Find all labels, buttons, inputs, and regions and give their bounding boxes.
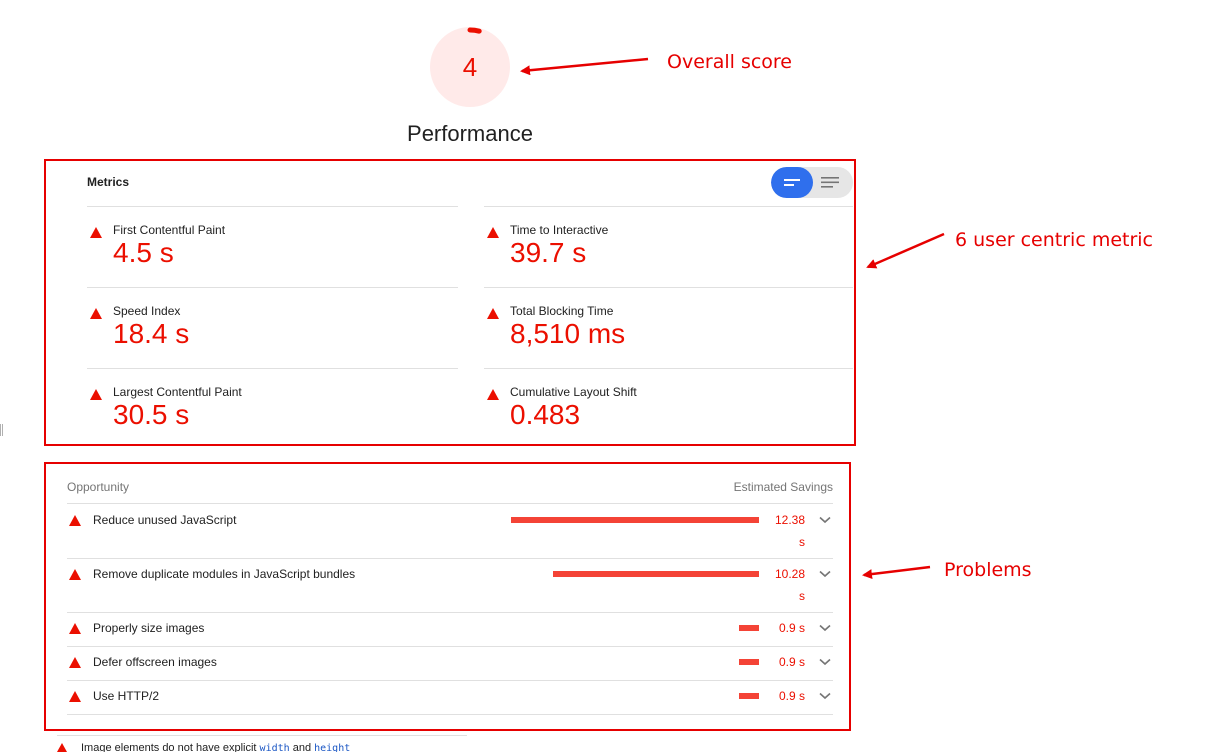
fail-icon bbox=[69, 623, 81, 634]
savings-value: 12.38 bbox=[774, 513, 805, 527]
metric-title: Time to Interactive bbox=[510, 223, 609, 237]
chevron-down-icon[interactable] bbox=[819, 692, 831, 700]
metrics-divider bbox=[484, 368, 853, 369]
fail-icon bbox=[90, 308, 102, 319]
compact-view-button[interactable] bbox=[771, 167, 813, 198]
opportunity-title: Defer offscreen images bbox=[93, 655, 217, 669]
opportunity-divider bbox=[67, 714, 833, 715]
metrics-divider bbox=[87, 368, 458, 369]
savings-bar bbox=[553, 571, 759, 577]
metric-value: 18.4 s bbox=[113, 318, 190, 349]
fail-icon bbox=[69, 515, 81, 526]
savings-value: 0.9 s bbox=[778, 621, 805, 635]
chevron-down-icon[interactable] bbox=[819, 624, 831, 632]
savings-bar bbox=[739, 659, 759, 665]
savings-bar bbox=[739, 693, 759, 699]
savings-bar bbox=[739, 625, 759, 631]
opportunity-title: Remove duplicate modules in JavaScript b… bbox=[93, 567, 356, 581]
score-gauge: 4 bbox=[430, 27, 510, 107]
savings-value: 0.9 s bbox=[778, 655, 805, 669]
opportunity-row[interactable]: Properly size images 0.9 s bbox=[67, 613, 833, 646]
metric-title: Largest Contentful Paint bbox=[113, 385, 242, 399]
opportunity-row[interactable]: Use HTTP/2 0.9 s bbox=[67, 681, 833, 714]
problems-arrow bbox=[862, 565, 931, 580]
opportunity-title: Reduce unused JavaScript bbox=[93, 513, 237, 527]
savings-unit: s bbox=[799, 535, 805, 549]
metric-value: 39.7 s bbox=[510, 237, 587, 268]
metrics-view-toggle[interactable] bbox=[771, 167, 853, 198]
metric-title: Total Blocking Time bbox=[510, 304, 614, 318]
opportunity-title: Use HTTP/2 bbox=[93, 689, 160, 703]
compact-view-icon bbox=[784, 179, 800, 186]
metrics-header: Metrics bbox=[87, 175, 130, 189]
metric-speed-index: Speed Index 18.4 s bbox=[90, 304, 450, 364]
category-title: Performance bbox=[407, 121, 533, 146]
fail-icon bbox=[487, 227, 499, 238]
savings-value: 0.9 s bbox=[778, 689, 805, 703]
overall-score-label: Overall score bbox=[667, 51, 792, 73]
metrics-annotation-label: 6 user centric metric bbox=[955, 229, 1153, 251]
opportunity-row[interactable]: Defer offscreen images 0.9 s bbox=[67, 647, 833, 680]
fail-icon bbox=[487, 389, 499, 400]
fail-icon bbox=[487, 308, 499, 319]
metric-first-contentful-paint: First Contentful Paint 4.5 s bbox=[90, 223, 450, 283]
metric-title: Cumulative Layout Shift bbox=[510, 385, 637, 399]
opportunity-column-header: Opportunity bbox=[67, 480, 130, 494]
metric-title: First Contentful Paint bbox=[113, 223, 226, 237]
metric-largest-contentful-paint: Largest Contentful Paint 30.5 s bbox=[90, 385, 450, 445]
fail-icon bbox=[69, 691, 81, 702]
savings-value: 10.28 bbox=[774, 567, 805, 581]
metrics-divider bbox=[484, 287, 853, 288]
scrollbar-edge bbox=[0, 424, 3, 436]
metric-title: Speed Index bbox=[113, 304, 181, 318]
metric-cumulative-layout-shift: Cumulative Layout Shift 0.483 bbox=[487, 385, 847, 445]
score-value: 4 bbox=[462, 52, 478, 82]
fail-icon bbox=[69, 569, 81, 580]
audit-text-and: and bbox=[289, 742, 315, 752]
chevron-down-icon[interactable] bbox=[819, 516, 831, 524]
metric-value: 0.483 bbox=[510, 399, 581, 430]
audit-divider bbox=[57, 735, 467, 736]
metrics-divider bbox=[87, 206, 458, 207]
expanded-view-icon[interactable] bbox=[821, 176, 839, 189]
audit-code-height: height bbox=[314, 743, 351, 752]
overall-score-arrow bbox=[520, 57, 649, 76]
metric-total-blocking-time: Total Blocking Time 8,510 ms bbox=[487, 304, 847, 364]
savings-unit: s bbox=[799, 589, 805, 603]
audit-code-width: width bbox=[259, 743, 290, 752]
metrics-divider bbox=[484, 206, 853, 207]
fail-icon bbox=[57, 743, 67, 752]
metric-value: 8,510 ms bbox=[510, 318, 626, 349]
audit-text: Image elements do not have explicit bbox=[81, 742, 260, 752]
chevron-down-icon[interactable] bbox=[819, 570, 831, 578]
estimated-savings-column-header: Estimated Savings bbox=[733, 480, 833, 494]
opportunity-title: Properly size images bbox=[93, 621, 205, 635]
chevron-down-icon[interactable] bbox=[819, 658, 831, 666]
problems-annotation-label: Problems bbox=[944, 559, 1032, 581]
savings-bar bbox=[511, 517, 759, 523]
opportunity-row[interactable]: Reduce unused JavaScript 12.38 s bbox=[67, 504, 833, 558]
metrics-arrow bbox=[866, 232, 945, 269]
fail-icon bbox=[69, 657, 81, 668]
metrics-divider bbox=[87, 287, 458, 288]
opportunity-row[interactable]: Remove duplicate modules in JavaScript b… bbox=[67, 559, 833, 612]
metric-time-to-interactive: Time to Interactive 39.7 s bbox=[487, 223, 847, 283]
fail-icon bbox=[90, 227, 102, 238]
metric-value: 30.5 s bbox=[113, 399, 190, 430]
metric-value: 4.5 s bbox=[113, 237, 174, 268]
partial-audit-row[interactable]: Image elements do not have explicit widt… bbox=[57, 742, 350, 752]
fail-icon bbox=[90, 389, 102, 400]
